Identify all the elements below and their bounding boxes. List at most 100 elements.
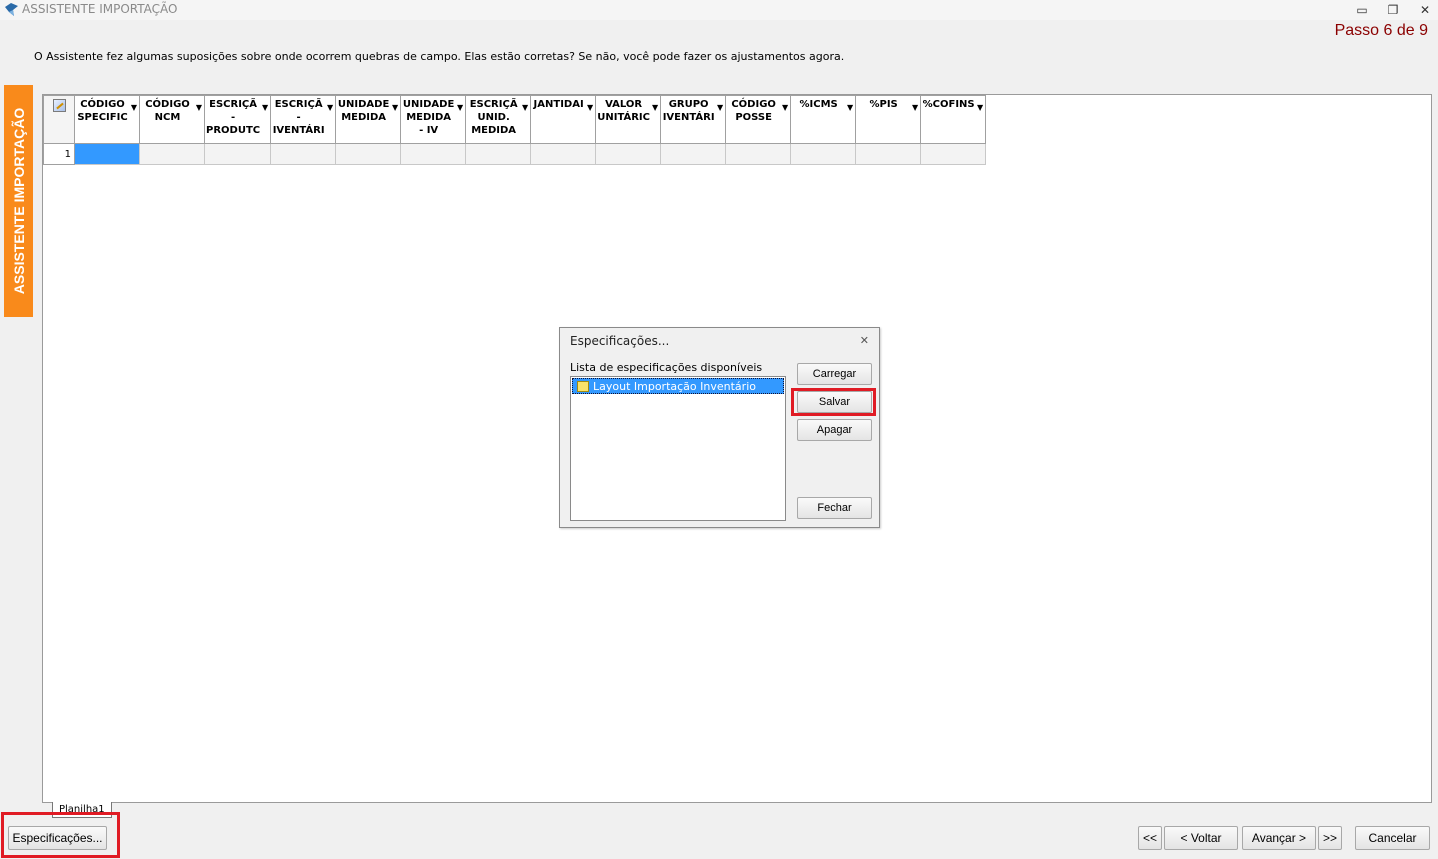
specifications-dialog: Especificações... ✕ Lista de especificaç… (559, 327, 880, 528)
cancel-button[interactable]: Cancelar (1355, 826, 1430, 850)
minimize-button[interactable]: ▭ (1353, 2, 1371, 18)
column-header-text: PRODUTC (206, 125, 261, 136)
grid-cell[interactable] (139, 143, 205, 165)
grid-cell[interactable] (790, 143, 857, 165)
column-header[interactable]: %COFINS ▼ (920, 95, 987, 144)
grid-cell[interactable] (465, 143, 532, 165)
first-step-button[interactable]: << (1138, 826, 1162, 850)
column-header-text: VALOR (605, 99, 643, 110)
side-banner-label: ASSISTENTE IMPORTAÇÃO (10, 107, 27, 295)
spec-list-item[interactable]: Layout Importação Inventário (572, 378, 784, 394)
column-header-text: %PIS (869, 99, 898, 110)
column-header-text: UNID. (477, 112, 510, 123)
column-header[interactable]: ESCRIÇÃ - PRODUTC ▼ (203, 95, 272, 144)
column-header-text: NCM (154, 112, 181, 123)
row-number[interactable]: 1 (43, 143, 75, 165)
grid-cell[interactable] (530, 143, 597, 165)
side-banner: ASSISTENTE IMPORTAÇÃO (4, 85, 33, 317)
column-header-text: CÓDIGO (80, 99, 125, 110)
spec-list-label: Lista de especificações disponíveis (570, 361, 763, 374)
column-header[interactable]: UNIDADE MEDIDA - IV ▼ (400, 95, 467, 144)
column-header-text: - (296, 112, 301, 123)
sheet-tabs: Planilha1 (42, 802, 1432, 822)
app-logo-icon (5, 3, 18, 16)
grid-cell[interactable] (203, 143, 272, 165)
column-header-text: MEDIDA (341, 112, 387, 123)
window-title: ASSISTENTE IMPORTAÇÃO (22, 2, 178, 16)
dropdown-arrow-icon[interactable]: ▼ (782, 101, 788, 114)
column-header-text: UNIDADE (337, 99, 390, 110)
column-header-text: %COFINS (922, 99, 975, 110)
column-header-text: SPECIFIC (77, 112, 128, 123)
dropdown-arrow-icon[interactable]: ▼ (131, 101, 137, 114)
close-window-button[interactable]: ✕ (1416, 2, 1434, 18)
save-highlight-box (791, 388, 876, 416)
column-header-text: - (230, 112, 236, 123)
column-header-text: MEDIDA (471, 125, 517, 136)
column-header-text: IVENTÁRI (272, 125, 325, 136)
load-button[interactable]: Carregar (797, 363, 872, 385)
column-header[interactable]: JANTIDAI ▼ (530, 95, 597, 144)
grid-header-row: CÓDIGO SPECIFIC ▼ CÓDIGO NCM ▼ ESCRIÇÃ - PRODUTC… (43, 95, 987, 144)
column-header-text: CÓDIGO (145, 99, 190, 110)
column-header-text: POSSE (735, 112, 772, 123)
specifications-button[interactable]: Especificações... (8, 826, 107, 850)
dropdown-arrow-icon[interactable]: ▼ (912, 101, 918, 114)
dropdown-arrow-icon[interactable]: ▼ (196, 101, 202, 114)
grid-cell[interactable] (920, 143, 987, 165)
data-grid: CÓDIGO SPECIFIC ▼ CÓDIGO NCM ▼ ESCRIÇÃ - PRODUTC… (43, 95, 987, 165)
grid-corner-cell[interactable] (43, 95, 75, 144)
grid-cell[interactable] (595, 143, 662, 165)
dropdown-arrow-icon[interactable]: ▼ (392, 101, 398, 114)
column-header[interactable]: %PIS ▼ (855, 95, 922, 144)
grid-body: 1 (43, 143, 987, 165)
column-header-text: GRUPO (668, 99, 709, 110)
column-header[interactable]: CÓDIGO POSSE ▼ (725, 95, 792, 144)
close-dialog-button[interactable]: Fechar (797, 497, 872, 519)
dialog-title: Especificações... (570, 334, 670, 348)
grid-cell[interactable] (855, 143, 922, 165)
column-header[interactable]: ESCRIÇÃ - IVENTÁRI ▼ (270, 95, 337, 144)
column-header[interactable]: GRUPO IVENTÁRI ▼ (660, 95, 727, 144)
grid-cell[interactable] (725, 143, 792, 165)
grid-cell[interactable] (270, 143, 337, 165)
dropdown-arrow-icon[interactable]: ▼ (327, 101, 333, 114)
dropdown-arrow-icon[interactable]: ▼ (652, 101, 658, 114)
dropdown-arrow-icon[interactable]: ▼ (522, 101, 528, 114)
last-step-button[interactable]: >> (1318, 826, 1342, 850)
dropdown-arrow-icon[interactable]: ▼ (977, 101, 983, 114)
column-header-text: ESCRIÇÃ (274, 99, 323, 110)
step-indicator: Passo 6 de 9 (1334, 22, 1428, 39)
spec-list[interactable]: Layout Importação Inventário (570, 376, 786, 521)
column-header[interactable]: UNIDADE MEDIDA ▼ (335, 95, 402, 144)
column-header[interactable]: %ICMS ▼ (790, 95, 857, 144)
column-header-text: - IV (419, 125, 439, 136)
intro-text: O Assistente fez algumas suposições sobr… (34, 50, 845, 63)
dropdown-arrow-icon[interactable]: ▼ (847, 101, 853, 114)
dropdown-arrow-icon[interactable]: ▼ (262, 101, 268, 114)
column-header-text: UNITÁRIC (597, 112, 650, 123)
grid-cell[interactable] (660, 143, 727, 165)
dialog-close-icon[interactable]: ✕ (860, 334, 869, 347)
column-header[interactable]: CÓDIGO NCM ▼ (139, 95, 205, 144)
dropdown-arrow-icon[interactable]: ▼ (457, 101, 463, 114)
spec-item-label: Layout Importação Inventário (593, 380, 756, 393)
dropdown-arrow-icon[interactable]: ▼ (587, 101, 593, 114)
next-button[interactable]: Avançar > (1242, 826, 1316, 850)
column-header-text: %ICMS (799, 99, 838, 110)
column-header[interactable]: ESCRIÇÃ UNID. MEDIDA ▼ (465, 95, 532, 144)
restore-button[interactable]: ❐ (1384, 2, 1402, 18)
grid-cell[interactable] (335, 143, 402, 165)
column-header-text: ESCRIÇÃ (469, 99, 518, 110)
grid-cell[interactable] (400, 143, 467, 165)
column-header-text: CÓDIGO (731, 99, 776, 110)
edit-sheet-icon[interactable] (52, 99, 66, 112)
back-button[interactable]: < Voltar (1164, 826, 1238, 850)
column-header[interactable]: CÓDIGO SPECIFIC ▼ (74, 95, 140, 144)
column-header-text: ESCRIÇÃ (209, 99, 257, 110)
delete-button[interactable]: Apagar (797, 419, 872, 441)
grid-cell[interactable] (74, 143, 140, 165)
dropdown-arrow-icon[interactable]: ▼ (717, 101, 723, 114)
window-titlebar: ASSISTENTE IMPORTAÇÃO ▭ ❐ ✕ (0, 0, 1438, 20)
column-header[interactable]: VALOR UNITÁRIC ▼ (595, 95, 662, 144)
